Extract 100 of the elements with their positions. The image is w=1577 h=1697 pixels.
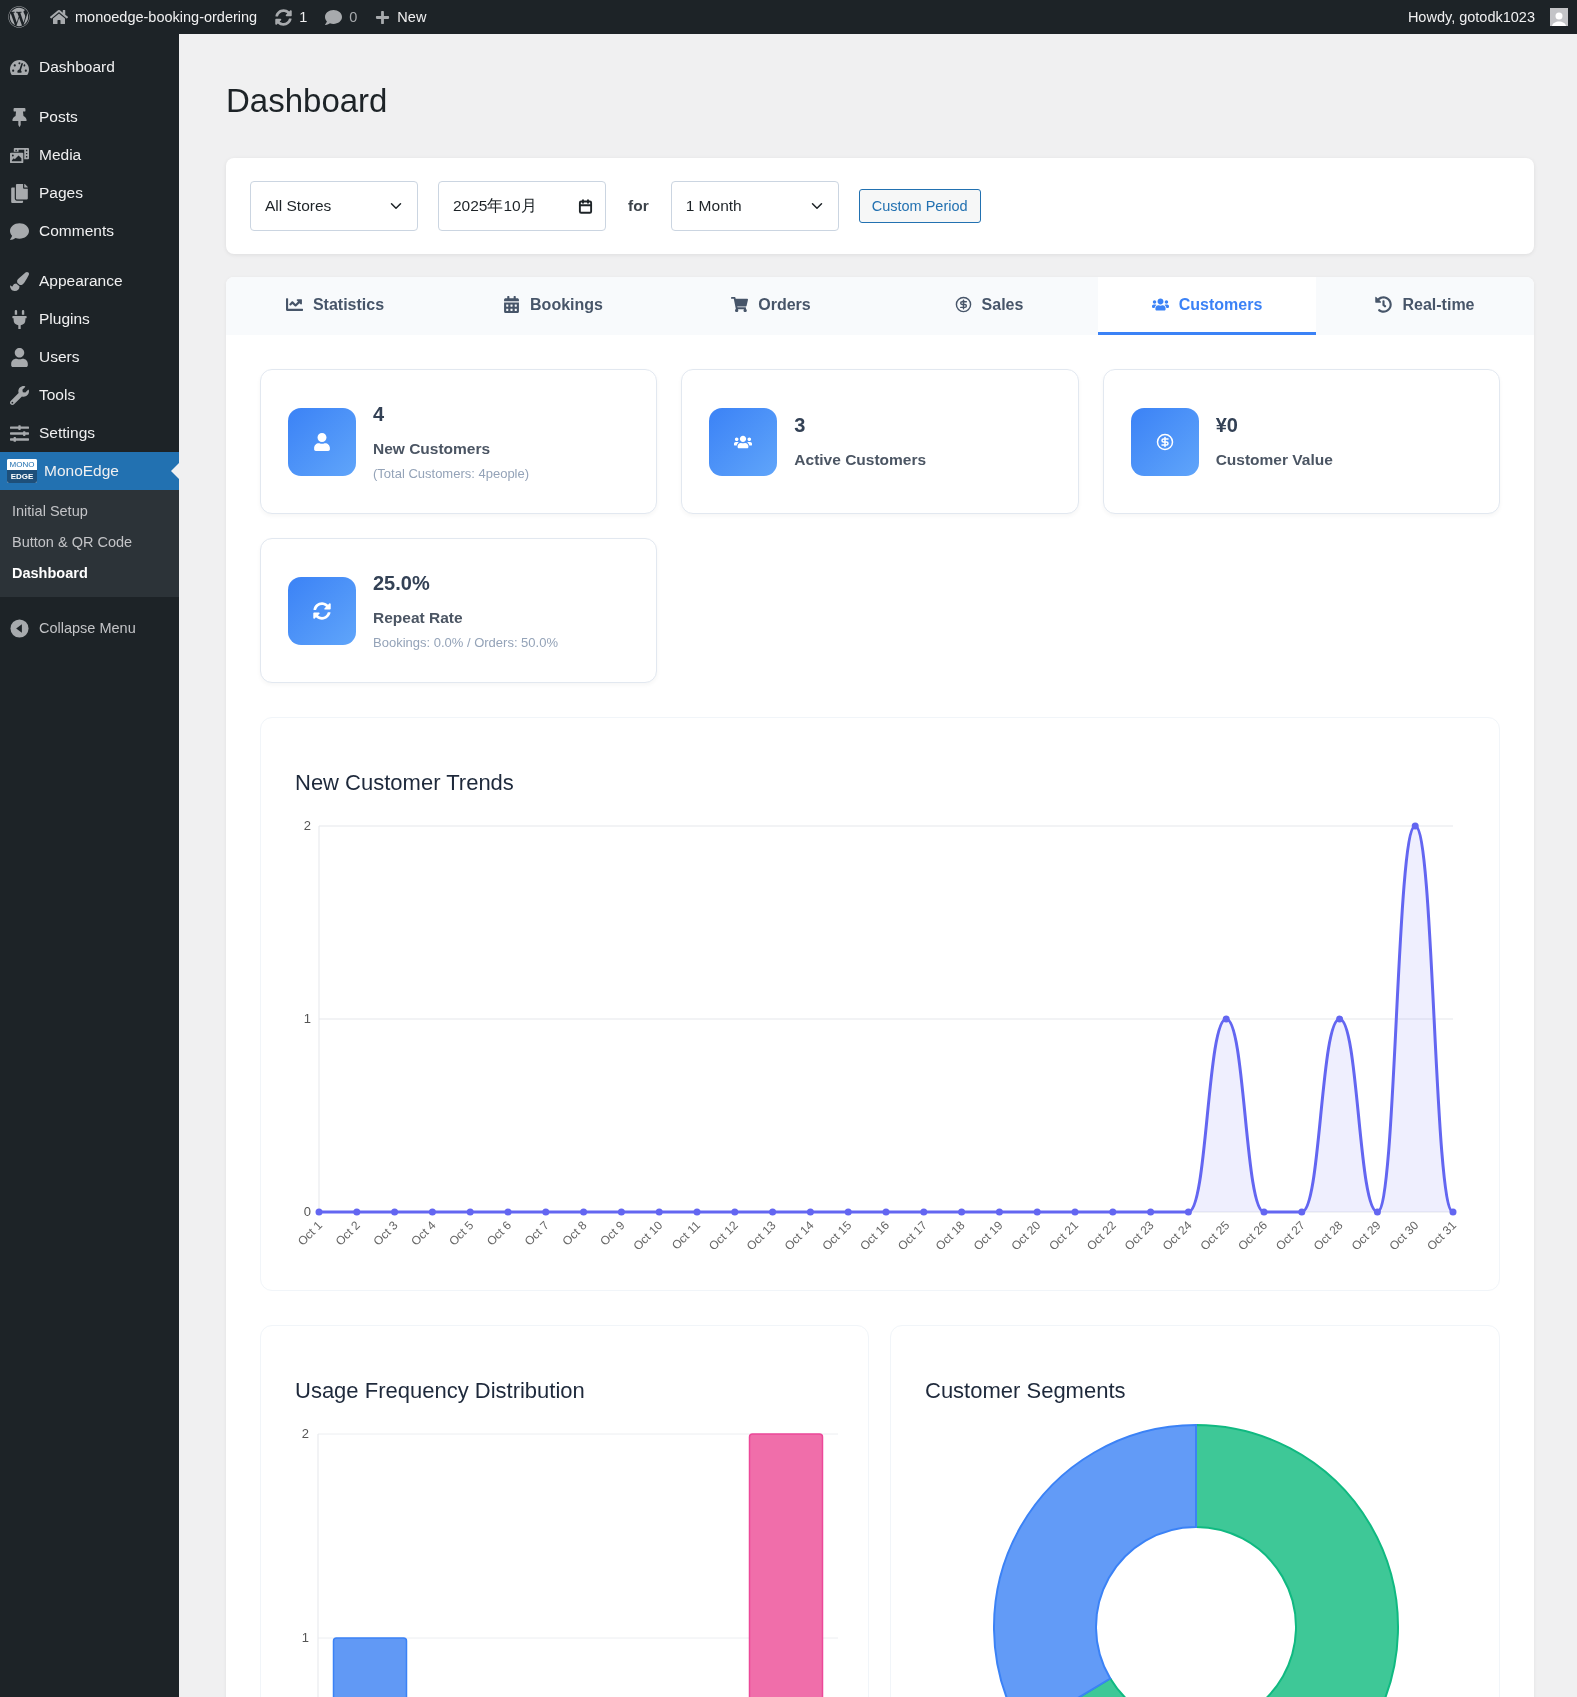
store-select[interactable]: All Stores — [250, 181, 418, 231]
data-point — [1184, 1208, 1192, 1216]
home-icon — [50, 8, 68, 26]
calendar-icon — [578, 198, 593, 214]
menu-item[interactable]: Appearance — [0, 262, 179, 300]
logo-icon: MONO EDGE — [7, 459, 37, 483]
custom-period-button[interactable]: Custom Period — [858, 189, 981, 223]
pin-icon — [10, 107, 29, 127]
axis-label: 2 — [303, 818, 311, 833]
axis-label: Oct 2 — [332, 1218, 363, 1249]
axis-label: Oct 19 — [970, 1218, 1006, 1254]
axis-label: Oct 14 — [781, 1218, 817, 1254]
axis-label: Oct 7 — [521, 1218, 552, 1249]
axis-label: 1 — [303, 1011, 311, 1026]
month-field[interactable]: 2025年10月 — [438, 181, 606, 231]
gauge-icon — [10, 57, 29, 77]
brush-icon — [10, 271, 29, 291]
data-point — [617, 1208, 625, 1216]
axis-label: Oct 21 — [1046, 1218, 1082, 1254]
cart-icon — [731, 296, 749, 313]
tab[interactable]: Real-time — [1316, 277, 1534, 335]
axis-label: Oct 26 — [1235, 1218, 1271, 1254]
new-link[interactable]: New — [375, 9, 427, 25]
data-point — [1449, 1208, 1457, 1216]
axis-label: Oct 29 — [1348, 1218, 1384, 1254]
history-icon — [1375, 296, 1393, 313]
data-point — [315, 1208, 323, 1216]
stat-label: New Customers — [373, 439, 492, 458]
axis-label: 2 — [301, 1426, 309, 1441]
menu-item[interactable]: Tools — [0, 376, 179, 414]
axis-label: Oct 23 — [1121, 1218, 1157, 1254]
data-point — [882, 1208, 890, 1216]
data-point — [353, 1208, 361, 1216]
collapse-menu-button[interactable]: Collapse Menu — [0, 609, 179, 647]
speech-bubble-icon — [325, 8, 343, 26]
menu-item[interactable]: Plugins — [0, 300, 179, 338]
chart-title: Customer Segments — [925, 1377, 1127, 1405]
axis-label: Oct 18 — [932, 1218, 968, 1254]
menu-item[interactable]: Dashboard — [0, 48, 179, 86]
axis-label: Oct 1 — [295, 1218, 326, 1249]
axis-label: Oct 3 — [370, 1218, 401, 1249]
menu-item[interactable]: Users — [0, 338, 179, 376]
axis-label: Oct 22 — [1084, 1218, 1119, 1254]
tab[interactable]: Customers — [1098, 277, 1316, 335]
pages-icon — [10, 183, 29, 203]
axis-label: 1 — [301, 1630, 309, 1645]
submenu-item[interactable]: Dashboard — [0, 558, 179, 589]
tab[interactable]: Statistics — [226, 277, 444, 335]
chart-title: New Customer Trends — [295, 769, 515, 797]
menu-item[interactable]: Comments — [0, 212, 179, 250]
menu-item[interactable]: Posts — [0, 98, 179, 136]
stat-value: 4 — [373, 402, 386, 426]
data-point — [806, 1208, 814, 1216]
axis-label: Oct 10 — [630, 1218, 666, 1254]
axis-label: Oct 5 — [446, 1218, 477, 1249]
axis-label: Oct 17 — [895, 1218, 930, 1254]
data-point — [542, 1208, 550, 1216]
data-point — [504, 1208, 512, 1216]
site-name-link[interactable]: monoedge-booking-ordering — [50, 8, 258, 26]
axis-label: Oct 9 — [597, 1218, 628, 1249]
account-link[interactable]: Howdy, gotodk1023 — [1407, 8, 1568, 26]
axis-label: Oct 16 — [857, 1218, 893, 1254]
user-icon — [10, 347, 29, 367]
calendar-icon — [503, 296, 521, 313]
data-point — [1147, 1208, 1155, 1216]
data-point — [1033, 1208, 1041, 1216]
tab[interactable]: Sales — [880, 277, 1098, 335]
axis-label: Oct 20 — [1008, 1218, 1044, 1254]
submenu-item[interactable]: Button & QR Code — [0, 527, 179, 558]
avatar-icon — [1550, 8, 1568, 26]
data-point — [844, 1208, 852, 1216]
data-point — [1298, 1208, 1306, 1216]
data-point — [731, 1208, 739, 1216]
axis-label: Oct 31 — [1424, 1218, 1460, 1254]
refresh-icon — [275, 8, 293, 26]
period-select[interactable]: 1 Month — [670, 181, 839, 231]
axis-label: Oct 11 — [668, 1218, 704, 1253]
axis-label: Oct 13 — [743, 1218, 779, 1254]
comments-link[interactable]: 0 — [325, 8, 358, 26]
axis-label: 0 — [303, 1204, 311, 1219]
menu-item[interactable]: Media — [0, 136, 179, 174]
axis-label: Oct 30 — [1386, 1218, 1422, 1254]
submenu-item[interactable]: Initial Setup — [0, 496, 179, 527]
stat-note: Bookings: 0.0% / Orders: 50.0% — [373, 634, 558, 650]
updates-link[interactable]: 1 — [275, 8, 308, 26]
data-point — [1260, 1208, 1268, 1216]
axis-label: Oct 12 — [706, 1218, 741, 1254]
users-icon — [1151, 296, 1169, 313]
tab[interactable]: Orders — [662, 277, 880, 335]
menu-item[interactable]: MONO EDGE MonoEdge — [0, 452, 179, 490]
dollar-icon — [954, 296, 972, 313]
logo-icon[interactable] — [8, 6, 30, 28]
for-label: for — [628, 197, 649, 215]
chart-line-icon — [285, 296, 303, 313]
data-point — [995, 1208, 1003, 1216]
menu-item[interactable]: Settings — [0, 414, 179, 452]
data-point — [655, 1208, 663, 1216]
menu-item[interactable]: Pages — [0, 174, 179, 212]
plug-icon — [10, 309, 29, 329]
tab[interactable]: Bookings — [444, 277, 662, 335]
